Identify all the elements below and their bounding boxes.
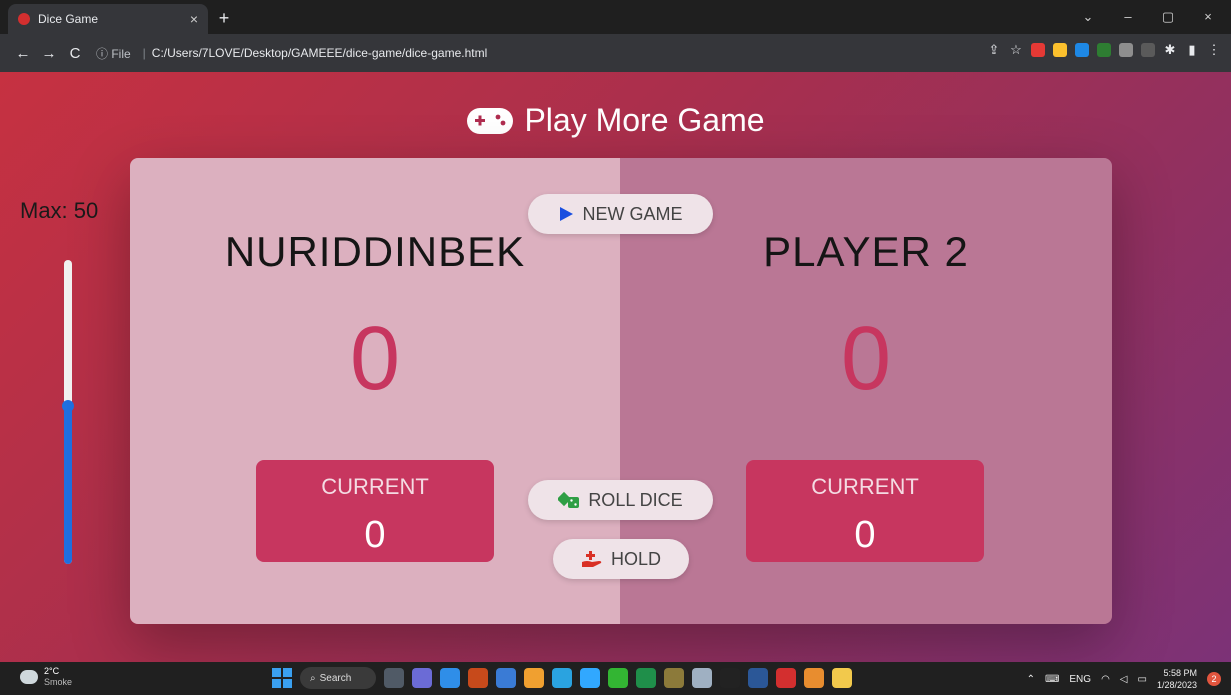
hand-hold-icon xyxy=(581,551,602,567)
page-header[interactable]: Play More Game xyxy=(0,102,1231,139)
new-tab-button[interactable]: + xyxy=(214,9,234,29)
player-2-score: 0 xyxy=(840,309,892,409)
side-panel-icon[interactable]: ▮ xyxy=(1185,43,1199,57)
forward-button[interactable]: → xyxy=(36,45,62,62)
roll-dice-label: ROLL DICE xyxy=(588,489,683,510)
new-game-button[interactable]: NEW GAME xyxy=(528,194,713,234)
max-score-label: Max: 50 xyxy=(20,198,99,223)
player-1-current-box: CURRENT 0 xyxy=(256,460,494,562)
player-1-score: 0 xyxy=(349,309,401,409)
taskbar-search-label: Search xyxy=(319,672,352,684)
player-2-current-box: CURRENT 0 xyxy=(746,460,984,562)
extension-icon[interactable] xyxy=(1119,43,1133,57)
taskbar-app-icon[interactable] xyxy=(692,668,712,688)
system-tray: ⌃ ⌨ ENG ◠ ◁ ▭ 5:58 PM 1/28/2023 2 xyxy=(1027,667,1221,691)
play-icon xyxy=(560,207,574,221)
extension-icon[interactable] xyxy=(1075,43,1089,57)
player-1-current-score: 0 xyxy=(364,514,386,556)
extension-icon[interactable] xyxy=(1053,43,1067,57)
taskbar-search[interactable]: ⌕ Search xyxy=(300,667,376,689)
extension-toolbar: ⇪ ☆ ✱ ▮ ⋮ xyxy=(987,43,1221,57)
hold-button[interactable]: HOLD xyxy=(553,539,689,579)
player-2-current-label: CURRENT xyxy=(811,474,919,499)
menu-icon[interactable]: ⋮ xyxy=(1207,43,1221,57)
player-1-current-label: CURRENT xyxy=(321,474,429,499)
windows-start-icon[interactable] xyxy=(272,668,292,688)
site-info-icon[interactable]: ⓘ File xyxy=(96,45,131,62)
taskbar-app-icon[interactable] xyxy=(608,668,628,688)
taskbar-app-icon[interactable] xyxy=(552,668,572,688)
url-text[interactable]: C:/Users/7LOVE/Desktop/GAMEEE/dice-game/… xyxy=(152,46,487,60)
back-button[interactable]: ← xyxy=(10,45,36,62)
extensions-puzzle-icon[interactable]: ✱ xyxy=(1163,43,1177,57)
max-score-slider[interactable] xyxy=(64,260,72,564)
address-bar: ← → C ⓘ File | C:/Users/7LOVE/Desktop/GA… xyxy=(0,34,1231,72)
extension-icon[interactable] xyxy=(1097,43,1111,57)
minimize-button[interactable]: – xyxy=(1111,6,1145,28)
keyboard-icon[interactable]: ⌨ xyxy=(1045,674,1059,685)
clock-time: 5:58 PM xyxy=(1163,668,1197,678)
game-page: Play More Game Max: 50 NURIDDINBEK 0 CUR… xyxy=(0,72,1231,662)
taskbar-app-icon[interactable] xyxy=(804,668,824,688)
roll-dice-button[interactable]: ROLL DICE xyxy=(528,480,713,520)
weather-text: 2°C Smoke xyxy=(44,666,72,688)
player-2-current-score: 0 xyxy=(854,514,876,556)
taskbar-app-icon[interactable] xyxy=(832,668,852,688)
taskbar-app-icon[interactable] xyxy=(412,668,432,688)
taskbar-app-icon[interactable] xyxy=(496,668,516,688)
taskbar-app-icon[interactable] xyxy=(524,668,544,688)
page-header-text: Play More Game xyxy=(524,102,765,138)
dice-icon xyxy=(558,491,580,508)
bookmark-star-icon[interactable]: ☆ xyxy=(1009,43,1023,57)
wifi-icon[interactable]: ◠ xyxy=(1101,674,1110,685)
taskbar-app-icon[interactable] xyxy=(636,668,656,688)
new-game-label: NEW GAME xyxy=(582,203,683,224)
weather-desc: Smoke xyxy=(44,677,73,687)
taskbar-app-icon[interactable] xyxy=(440,668,460,688)
omnibox[interactable]: ⓘ File | C:/Users/7LOVE/Desktop/GAMEEE/d… xyxy=(96,39,1016,67)
windows-taskbar: 2°C Smoke ⌕ Search ⌃ ⌨ ENG ◠ ◁ ▭ 5:58 PM… xyxy=(0,662,1231,695)
clock-date: 1/28/2023 xyxy=(1156,680,1197,690)
reload-button[interactable]: C xyxy=(62,45,88,62)
browser-tab-bar: Dice Game × + ⌄ – ▢ × xyxy=(0,0,1231,34)
taskbar-app-icon[interactable] xyxy=(664,668,684,688)
close-window-button[interactable]: × xyxy=(1191,6,1225,28)
taskbar-app-icon[interactable] xyxy=(468,668,488,688)
taskbar-app-icon[interactable] xyxy=(776,668,796,688)
volume-icon[interactable]: ◁ xyxy=(1120,674,1128,685)
taskbar-app-icon[interactable] xyxy=(720,668,740,688)
tab-title: Dice Game xyxy=(38,12,99,26)
maximize-button[interactable]: ▢ xyxy=(1151,6,1185,28)
taskbar-apps: ⌕ Search xyxy=(272,667,852,689)
notification-badge[interactable]: 2 xyxy=(1207,672,1221,686)
cloud-icon xyxy=(20,670,38,684)
favicon-icon xyxy=(18,13,30,25)
player-2-name: PLAYER 2 xyxy=(763,228,969,275)
player-1-name: NURIDDINBEK xyxy=(224,228,526,275)
weather-widget[interactable]: 2°C Smoke xyxy=(20,666,72,688)
gamepad-icon xyxy=(467,107,514,134)
window-controls: ⌄ – ▢ × xyxy=(1071,6,1225,28)
battery-icon[interactable]: ▭ xyxy=(1138,674,1147,685)
slider-thumb[interactable] xyxy=(62,399,74,412)
tray-overflow-icon[interactable]: ⌃ xyxy=(1027,674,1035,685)
close-tab-icon[interactable]: × xyxy=(190,11,198,27)
slider-fill xyxy=(64,405,72,564)
tab-search-button[interactable]: ⌄ xyxy=(1071,6,1105,28)
share-icon[interactable]: ⇪ xyxy=(987,43,1001,57)
browser-tab[interactable]: Dice Game × xyxy=(8,4,208,34)
hold-label: HOLD xyxy=(610,548,661,569)
extension-icon[interactable] xyxy=(1141,43,1155,57)
weather-temp: 2°C xyxy=(44,666,60,676)
clock[interactable]: 5:58 PM 1/28/2023 xyxy=(1157,667,1197,691)
extension-icon[interactable] xyxy=(1031,43,1045,57)
search-icon: ⌕ xyxy=(310,672,316,684)
language-indicator[interactable]: ENG xyxy=(1069,674,1091,685)
taskbar-app-icon[interactable] xyxy=(384,668,404,688)
url-separator: | xyxy=(142,46,146,60)
taskbar-app-icon[interactable] xyxy=(580,668,600,688)
taskbar-app-icon[interactable] xyxy=(748,668,768,688)
